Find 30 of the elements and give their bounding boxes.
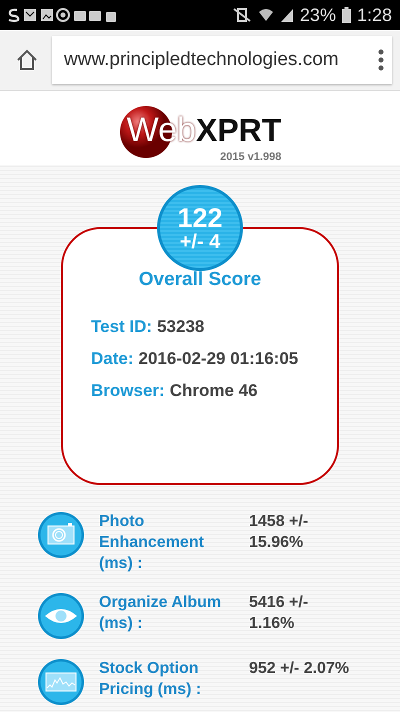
detail-label: Date: [91,349,134,369]
url-field[interactable]: www.principledtechnologies.com [52,36,392,84]
score-margin: +/- 4 [180,232,220,252]
detail-label: Test ID: [91,317,152,337]
metric-value: 952 +/- 2.07% [249,659,350,679]
metric-value: 5416 +/- 1.16% [249,593,310,634]
eye-icon [37,592,85,640]
clock-time: 1:28 [356,4,392,26]
version-text: 2015 v1.998 [220,151,282,163]
battery-percent: 23% [300,4,336,26]
vibrate-icon [232,7,252,23]
detail-label: Browser: [91,381,165,401]
logo-xprt-text: XPRT [196,112,282,149]
detail-value: Chrome 46 [170,381,258,401]
detail-value: 2016-02-29 01:16:05 [138,349,298,369]
score-title: Overall Score [138,269,262,291]
detail-value: 53238 [157,317,204,337]
metric-label: Photo Enhancement (ms) : [99,512,205,574]
signal-icon [280,7,294,23]
wifi-icon [258,7,274,23]
more-menu-icon[interactable] [378,49,384,71]
battery-icon [342,7,351,23]
metric-label: Organize Album (ms) : [99,593,222,634]
metric-value: 1458 +/- 15.96% [249,512,310,553]
url-text: www.principledtechnologies.com [64,49,340,71]
home-icon[interactable] [16,49,38,71]
camera-icon [37,511,85,559]
chart-icon [37,658,85,706]
metric-label: Stock Option Pricing (ms) : [99,659,202,700]
score-value: 122 [177,204,223,232]
